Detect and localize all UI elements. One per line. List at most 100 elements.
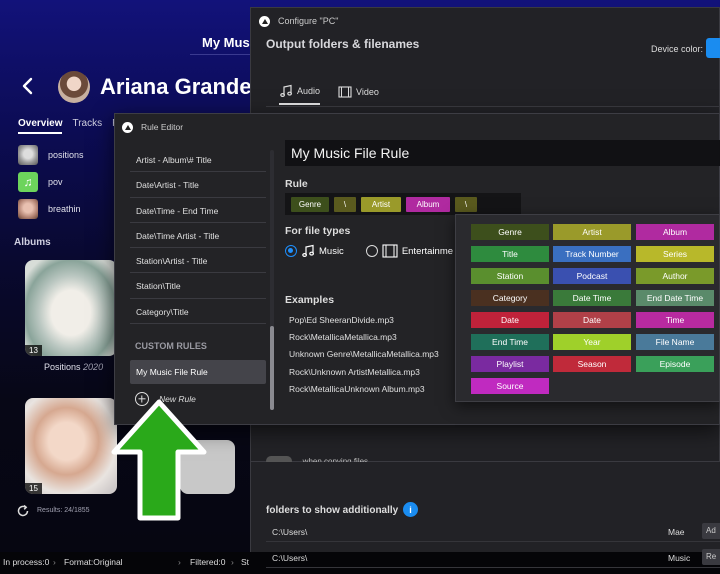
- tab-video-label: Video: [356, 87, 379, 97]
- tag-album[interactable]: Album: [636, 224, 714, 240]
- file-types-heading: For file types: [285, 225, 351, 237]
- tag-category[interactable]: Category: [471, 290, 549, 306]
- rule-token-bar[interactable]: Genre \ Artist Album \: [285, 193, 521, 215]
- title-underline: [190, 54, 250, 55]
- folder-path: C:\Users\: [272, 527, 308, 537]
- tag-track-number[interactable]: Track Number: [553, 246, 631, 262]
- tag-season[interactable]: Season: [553, 356, 631, 372]
- music-note-icon: [280, 84, 293, 98]
- tag-genre[interactable]: Genre: [471, 224, 549, 240]
- entertainment-radio[interactable]: [365, 245, 378, 257]
- example-item: Rock\Unknown ArtistMetallica.mp3: [289, 366, 420, 377]
- artist-avatar: [58, 71, 90, 103]
- rule-token[interactable]: Artist: [361, 196, 401, 212]
- folder-name: Music: [668, 553, 691, 563]
- tag-podcast[interactable]: Podcast: [553, 268, 631, 284]
- device-color-label: Device color:: [651, 44, 704, 54]
- tag-time[interactable]: Time: [636, 312, 714, 328]
- preset-rule-item[interactable]: Station\Artist - Title: [130, 248, 266, 274]
- preset-rule-item[interactable]: Artist - Album\# Title: [130, 147, 266, 173]
- tag-source[interactable]: Source: [471, 378, 549, 394]
- track-thumbnail: [18, 199, 38, 219]
- track-row[interactable]: breathin: [18, 199, 81, 219]
- film-icon: [338, 86, 352, 98]
- album-caption: Positions 2020: [44, 362, 103, 372]
- preset-rule-item[interactable]: Date\Time - End Time: [130, 198, 266, 223]
- rule-token[interactable]: \: [455, 196, 477, 212]
- tag-date-time[interactable]: Date Time: [553, 290, 631, 306]
- music-radio-label: Music: [319, 245, 344, 257]
- rule-editor-title: Rule Editor: [141, 122, 184, 132]
- track-thumbnail: [18, 145, 38, 165]
- device-color-swatch[interactable]: [706, 38, 720, 58]
- album-cover[interactable]: 13: [25, 260, 117, 356]
- preset-rule-list: Artist - Album\# Title Date\Artist - Tit…: [130, 147, 266, 325]
- chevron-right-icon: ›: [53, 557, 56, 567]
- info-icon[interactable]: i: [403, 502, 418, 517]
- examples-heading: Examples: [285, 294, 335, 306]
- back-arrow-icon[interactable]: [20, 76, 36, 96]
- example-list: Pop\Ed SheeranDivide.mp3 Rock\MetallicaM…: [289, 315, 439, 401]
- app-title: My Musi: [202, 35, 254, 50]
- tag-author[interactable]: Author: [636, 268, 714, 284]
- tag-year[interactable]: Year: [553, 334, 631, 350]
- preset-rule-item[interactable]: Date\Artist - Title: [130, 172, 266, 198]
- tab-video[interactable]: Video: [338, 84, 379, 105]
- preset-rule-item[interactable]: Category\Title: [130, 299, 266, 325]
- status-filtered: Filtered:0: [190, 557, 226, 567]
- tag-artist[interactable]: Artist: [553, 224, 631, 240]
- preset-rule-item[interactable]: Date\Time Artist - Title: [130, 223, 266, 249]
- tab-divider: [266, 106, 720, 107]
- album-title: Positions: [44, 362, 81, 372]
- scrollbar-thumb[interactable]: [270, 326, 274, 410]
- configure-folders-section: folders to show additionally i C:\Users\…: [250, 462, 720, 568]
- tag-file-name[interactable]: File Name: [636, 334, 714, 350]
- custom-rules-header: CUSTOM RULES: [135, 341, 207, 351]
- rule-token[interactable]: Genre: [291, 196, 329, 212]
- tag-end-date-time[interactable]: End Date Time: [636, 290, 714, 306]
- refresh-icon[interactable]: [16, 504, 30, 518]
- music-radio[interactable]: [285, 245, 297, 257]
- rule-token[interactable]: \: [334, 196, 356, 212]
- chevron-right-icon: ›: [231, 557, 234, 567]
- rule-list-scrollbar[interactable]: [270, 150, 274, 410]
- remove-folder-button[interactable]: Re: [702, 549, 720, 565]
- preset-rule-item[interactable]: Station\Title: [130, 273, 266, 299]
- track-row[interactable]: ♫ pov: [18, 172, 63, 192]
- tag-palette-popup: Genre Artist Album Title Track Number Series S…: [455, 214, 720, 402]
- film-icon: [382, 244, 398, 258]
- tab-tracks[interactable]: Tracks: [72, 118, 102, 134]
- album-track-count: 15: [25, 483, 42, 494]
- album-year: 2020: [83, 362, 104, 372]
- folders-heading: folders to show additionally: [266, 505, 399, 516]
- tab-audio-label: Audio: [297, 86, 321, 96]
- track-row[interactable]: positions: [18, 145, 84, 165]
- example-item: Rock\MetallicaUnknown Album.mp3: [289, 383, 425, 394]
- custom-rule-item[interactable]: My Music File Rule: [130, 360, 266, 384]
- album-cover[interactable]: 15: [25, 398, 117, 494]
- status-other: St: [241, 557, 250, 567]
- rule-name-input[interactable]: [285, 140, 720, 166]
- add-folder-button[interactable]: Ad: [702, 523, 720, 539]
- tag-end-time[interactable]: End Time: [471, 334, 549, 350]
- tab-audio[interactable]: Audio: [279, 84, 321, 105]
- tag-episode[interactable]: Episode: [636, 356, 714, 372]
- annotation-arrow-icon: [111, 399, 207, 521]
- tag-playlist[interactable]: Playlist: [471, 356, 549, 372]
- folder-row[interactable]: C:\Users\ Mae Ad: [266, 522, 720, 542]
- entertainment-radio-label: Entertainme: [401, 245, 454, 257]
- folder-row[interactable]: C:\Users\ Music Re: [266, 548, 720, 568]
- status-format: Format:Original: [64, 557, 123, 567]
- example-item: Unknown Genre\MetallicaMetallica.mp3: [289, 349, 439, 360]
- app-logo-icon: [259, 15, 270, 27]
- app-logo-icon: [122, 121, 133, 133]
- output-folders-heading: Output folders & filenames: [266, 37, 420, 51]
- tag-station[interactable]: Station: [471, 268, 549, 284]
- rule-token[interactable]: Album: [406, 196, 450, 212]
- tab-overview[interactable]: Overview: [18, 118, 63, 134]
- tag-date[interactable]: Date: [553, 312, 631, 328]
- example-item: Rock\MetallicaMetallica.mp3: [289, 332, 397, 343]
- tag-date[interactable]: Date: [471, 312, 549, 328]
- tag-series[interactable]: Series: [636, 246, 714, 262]
- tag-title[interactable]: Title: [471, 246, 549, 262]
